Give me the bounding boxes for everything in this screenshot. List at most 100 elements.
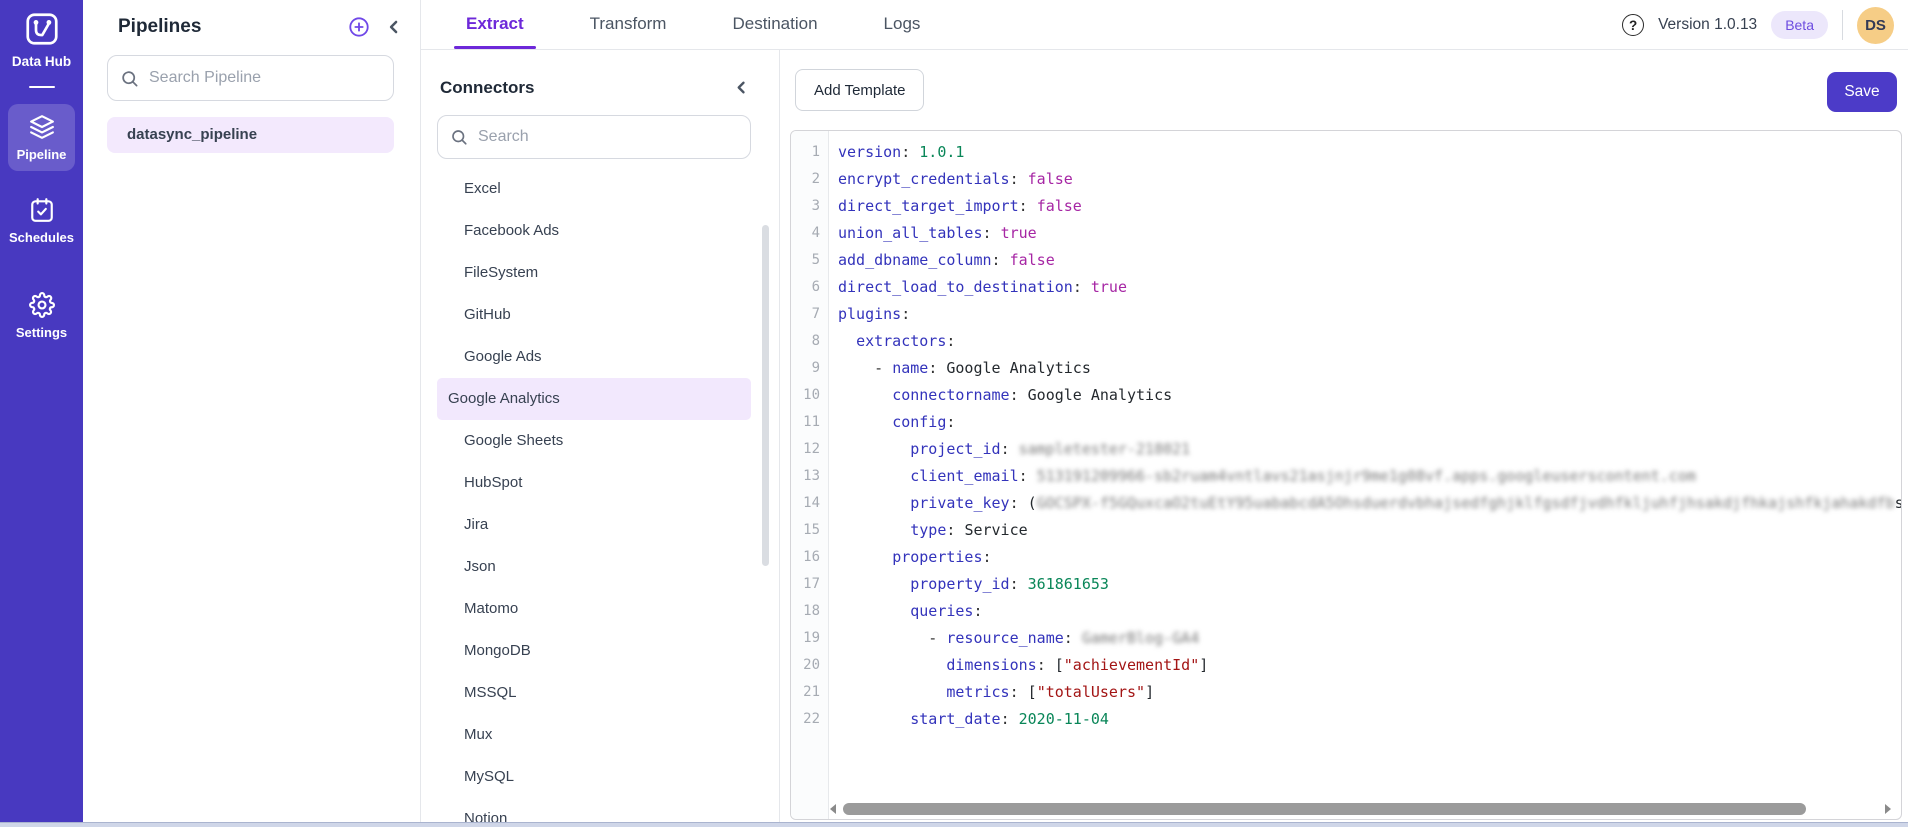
- tab-extract[interactable]: Extract: [454, 0, 536, 49]
- code-line[interactable]: 19 - resource_name: GamerBlog-GA4: [791, 625, 1901, 652]
- code-line[interactable]: 21 metrics: ["totalUsers"]: [791, 679, 1901, 706]
- code-line[interactable]: 18 queries:: [791, 598, 1901, 625]
- pipeline-search-box: [107, 55, 394, 101]
- scrollbar-thumb[interactable]: [843, 803, 1806, 815]
- add-pipeline-button[interactable]: [346, 14, 372, 40]
- help-icon[interactable]: ?: [1622, 14, 1645, 36]
- code-line[interactable]: 13 client_email: 513191209966-sb2ruam4vn…: [791, 463, 1901, 490]
- code-text: private_key: (GOCSPX-f5GQuxcaO2tuEtY95ua…: [910, 494, 1901, 512]
- tab-destination[interactable]: Destination: [720, 0, 829, 49]
- connector-item[interactable]: FileSystem: [437, 252, 751, 294]
- code-line[interactable]: 4 union_all_tables: true: [791, 220, 1901, 247]
- connector-list: Excel Facebook Ads FileSystem GitHub Google …: [421, 168, 779, 840]
- tab-bar: Extract Transform Destination Logs ? Versio…: [421, 0, 1908, 50]
- tab-logs[interactable]: Logs: [872, 0, 933, 49]
- topbar-right: ? Version 1.0.13 Beta DS: [1622, 0, 1894, 50]
- beta-badge: Beta: [1771, 11, 1828, 39]
- sidebar-item-label: Pipeline: [16, 147, 67, 162]
- save-button[interactable]: Save: [1827, 72, 1897, 112]
- code-text: direct_load_to_destination: true: [838, 278, 1127, 296]
- code-text: plugins:: [838, 305, 911, 323]
- tab-transform[interactable]: Transform: [578, 0, 679, 49]
- pipeline-search-input[interactable]: [149, 69, 381, 87]
- connector-item[interactable]: Mux: [437, 714, 751, 756]
- line-number: 5: [811, 252, 820, 268]
- user-avatar[interactable]: DS: [1857, 6, 1894, 44]
- connector-item[interactable]: Excel: [437, 168, 751, 210]
- window-bottom-edge: [0, 822, 1908, 827]
- code-line[interactable]: 3 direct_target_import: false: [791, 193, 1901, 220]
- horizontal-scrollbar: [830, 802, 1891, 816]
- code-line[interactable]: 8 extractors:: [791, 328, 1901, 355]
- connector-item[interactable]: Matomo: [437, 588, 751, 630]
- code-line[interactable]: 20 dimensions: ["achievementId"]: [791, 652, 1901, 679]
- code-line[interactable]: 9 - name: Google Analytics: [791, 355, 1901, 382]
- line-number: 13: [803, 468, 820, 484]
- line-number: 9: [811, 360, 820, 376]
- scroll-left-arrow[interactable]: [830, 804, 836, 814]
- connector-search-input[interactable]: [478, 128, 738, 146]
- connector-item[interactable]: MSSQL: [437, 672, 751, 714]
- connector-item[interactable]: GitHub: [437, 294, 751, 336]
- code-line[interactable]: 11 config:: [791, 409, 1901, 436]
- code-line[interactable]: 12 project_id: sampletester-218021: [791, 436, 1901, 463]
- app-sidebar: Data Hub Pipeline Schedules Settings: [0, 0, 83, 822]
- connector-item[interactable]: Google Sheets: [437, 420, 751, 462]
- chevron-left-icon: [389, 20, 398, 34]
- code-line[interactable]: 10 connectorname: Google Analytics: [791, 382, 1901, 409]
- code-line[interactable]: 5 add_dbname_column: false: [791, 247, 1901, 274]
- connector-item[interactable]: MongoDB: [437, 630, 751, 672]
- code-line[interactable]: 14 private_key: (GOCSPX-f5GQuxcaO2tuEtY9…: [791, 490, 1901, 517]
- pipeline-item[interactable]: datasync_pipeline: [107, 117, 394, 153]
- code-text: connectorname: Google Analytics: [892, 386, 1173, 404]
- sidebar-item-pipeline[interactable]: Pipeline: [8, 104, 75, 171]
- code-text: add_dbname_column: false: [838, 251, 1055, 269]
- code-line[interactable]: 2 encrypt_credentials: false: [791, 166, 1901, 193]
- sidebar-item-settings[interactable]: Settings: [8, 282, 75, 349]
- connector-item[interactable]: Facebook Ads: [437, 210, 751, 252]
- connector-item[interactable]: Google Ads: [437, 336, 751, 378]
- data-hub-logo-icon: [25, 13, 58, 45]
- code-text: direct_target_import: false: [838, 197, 1082, 215]
- collapse-pipelines-button[interactable]: [382, 15, 406, 39]
- sidebar-item-label: Settings: [15, 325, 68, 340]
- yaml-code-editor[interactable]: 1 version: 1.0.1 2 encrypt_credentials: fal…: [790, 130, 1902, 820]
- code-text: union_all_tables: true: [838, 224, 1037, 242]
- connector-item[interactable]: Notion: [437, 798, 751, 840]
- code-text: property_id: 361861653: [910, 575, 1109, 593]
- connector-search-box: [437, 115, 751, 159]
- connector-item[interactable]: Google Analytics: [437, 378, 751, 420]
- collapse-connectors-button[interactable]: [730, 76, 753, 99]
- connectors-scrollbar-thumb[interactable]: [762, 225, 769, 566]
- code-line[interactable]: 1 version: 1.0.1: [791, 139, 1901, 166]
- line-number: 14: [803, 495, 820, 511]
- code-text: project_id: sampletester-218021: [910, 440, 1191, 458]
- code-line[interactable]: 22 start_date: 2020-11-04: [791, 706, 1901, 733]
- line-number: 16: [803, 549, 820, 565]
- connector-item[interactable]: MySQL: [437, 756, 751, 798]
- add-template-button[interactable]: Add Template: [795, 69, 925, 111]
- connector-item[interactable]: Jira: [437, 504, 751, 546]
- sidebar-item-schedules[interactable]: Schedules: [8, 187, 75, 254]
- code-line[interactable]: 7 plugins:: [791, 301, 1901, 328]
- scroll-right-arrow[interactable]: [1885, 804, 1891, 814]
- line-number: 8: [811, 333, 820, 349]
- connector-item[interactable]: Json: [437, 546, 751, 588]
- code-line[interactable]: 17 property_id: 361861653: [791, 571, 1901, 598]
- code-text: metrics: ["totalUsers"]: [946, 683, 1155, 701]
- code-text: encrypt_credentials: false: [838, 170, 1073, 188]
- pipelines-panel: Pipelines datasync_pipeline: [83, 0, 421, 822]
- connector-item[interactable]: HubSpot: [437, 462, 751, 504]
- scrollbar-track[interactable]: [843, 802, 1878, 816]
- line-number: 17: [803, 576, 820, 592]
- code-text: version: 1.0.1: [838, 143, 965, 161]
- code-text: - name: Google Analytics: [838, 359, 1091, 377]
- code-line[interactable]: 6 direct_load_to_destination: true: [791, 274, 1901, 301]
- code-text: - resource_name: GamerBlog-GA4: [838, 629, 1200, 647]
- line-number: 12: [803, 441, 820, 457]
- gear-icon: [28, 292, 55, 318]
- layers-icon: [29, 115, 54, 139]
- code-line[interactable]: 16 properties:: [791, 544, 1901, 571]
- search-icon: [122, 70, 138, 86]
- code-line[interactable]: 15 type: Service: [791, 517, 1901, 544]
